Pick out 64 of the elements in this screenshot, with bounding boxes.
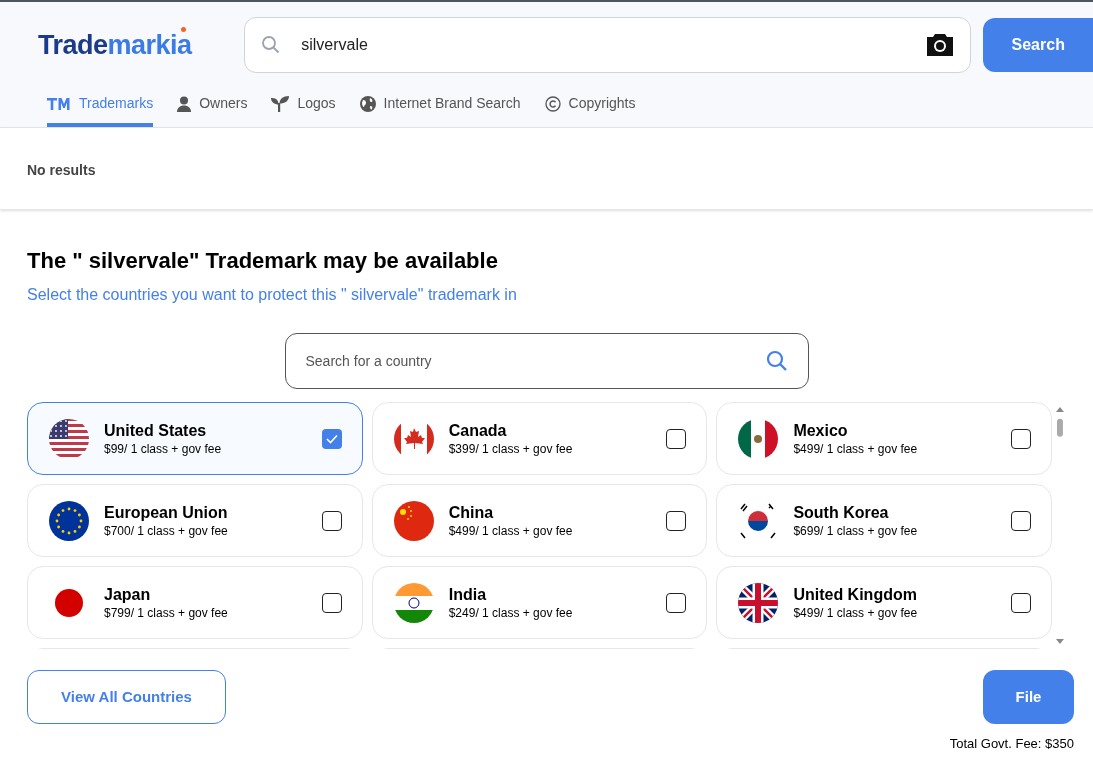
logo[interactable]: Trademarkia	[38, 24, 192, 66]
total-fee: Total Govt. Fee: $350	[949, 735, 1074, 753]
camera-icon[interactable]	[926, 34, 955, 56]
country-price: $699/ 1 class + gov fee	[793, 522, 919, 539]
country-name: Japan	[104, 584, 152, 605]
country-name: China	[448, 502, 495, 523]
country-name: European Union	[104, 502, 229, 523]
checkbox[interactable]	[321, 510, 342, 531]
checkbox[interactable]	[666, 592, 687, 613]
file-button[interactable]: File	[983, 670, 1074, 724]
country-card[interactable]: China $499/ 1 class + gov fee	[371, 484, 708, 557]
search-icon	[261, 35, 282, 55]
country-price: $499/ 1 class + gov fee	[793, 440, 919, 457]
checkbox[interactable]	[1011, 510, 1032, 531]
flag-icon	[48, 499, 90, 542]
country-name: Mexico	[793, 420, 849, 441]
country-price: $799/ 1 class + gov fee	[104, 604, 229, 621]
country-card[interactable]: Japan $799/ 1 class + gov fee	[27, 566, 363, 639]
copyright-icon	[544, 95, 561, 112]
person-icon	[177, 95, 192, 112]
flag-icon	[392, 499, 435, 542]
country-card[interactable]: United Kingdom $499/ 1 class + gov fee	[716, 566, 1053, 639]
search-field[interactable]: silvervale	[244, 17, 972, 73]
globe-icon	[359, 95, 376, 112]
checkbox[interactable]	[1011, 428, 1032, 449]
trademark-icon	[47, 97, 71, 110]
country-name: United States	[104, 420, 208, 441]
country-price: $499/ 1 class + gov fee	[793, 604, 919, 621]
results-status: No results	[27, 162, 96, 178]
search-icon[interactable]	[765, 350, 788, 372]
checkbox[interactable]	[321, 592, 342, 613]
checkbox[interactable]	[321, 428, 342, 449]
country-search-input[interactable]: Search for a country	[305, 350, 766, 372]
country-card[interactable]: South Korea $699/ 1 class + gov fee	[716, 484, 1053, 557]
country-card[interactable]: India $249/ 1 class + gov fee	[371, 566, 708, 639]
country-price: $700/ 1 class + gov fee	[104, 522, 229, 539]
nav-tab[interactable]: Trademarks	[47, 93, 154, 127]
country-name: United Kingdom	[793, 584, 918, 605]
country-name: India	[448, 584, 488, 605]
availability-subheading: Select the countries you want to protect this " silvervale" trademark in	[27, 285, 518, 305]
checkbox[interactable]	[1011, 592, 1032, 613]
country-search-field[interactable]: Search for a country	[284, 333, 809, 389]
checkbox[interactable]	[666, 428, 687, 449]
search-button[interactable]: Search	[983, 18, 1093, 72]
nav-tab[interactable]: Copyrights	[544, 93, 636, 127]
availability-heading: The " silvervale" Trademark may be available	[27, 247, 499, 275]
nav-tab[interactable]: Owners	[177, 93, 248, 127]
country-card[interactable]: European Union $700/ 1 class + gov fee	[27, 484, 363, 557]
country-price: $499/ 1 class + gov fee	[448, 522, 574, 539]
nav-tab[interactable]: Logos	[271, 93, 336, 127]
country-price: $99/ 1 class + gov fee	[104, 440, 223, 457]
checkmark-icon	[325, 433, 338, 444]
checkbox[interactable]	[666, 510, 687, 531]
country-price: $399/ 1 class + gov fee	[448, 440, 574, 457]
country-name: Canada	[448, 420, 508, 441]
view-all-countries-button[interactable]: View All Countries	[27, 670, 226, 724]
search-value: silvervale	[301, 35, 369, 55]
country-card[interactable]: United States $99/ 1 class + gov fee	[27, 402, 363, 475]
country-name: South Korea	[793, 502, 890, 523]
nav-tab[interactable]: Internet Brand Search	[359, 93, 521, 127]
country-card[interactable]: Mexico $499/ 1 class + gov fee	[716, 402, 1053, 475]
sprout-icon	[271, 95, 290, 112]
country-price: $249/ 1 class + gov fee	[448, 604, 574, 621]
country-card[interactable]: Canada $399/ 1 class + gov fee	[371, 402, 708, 475]
